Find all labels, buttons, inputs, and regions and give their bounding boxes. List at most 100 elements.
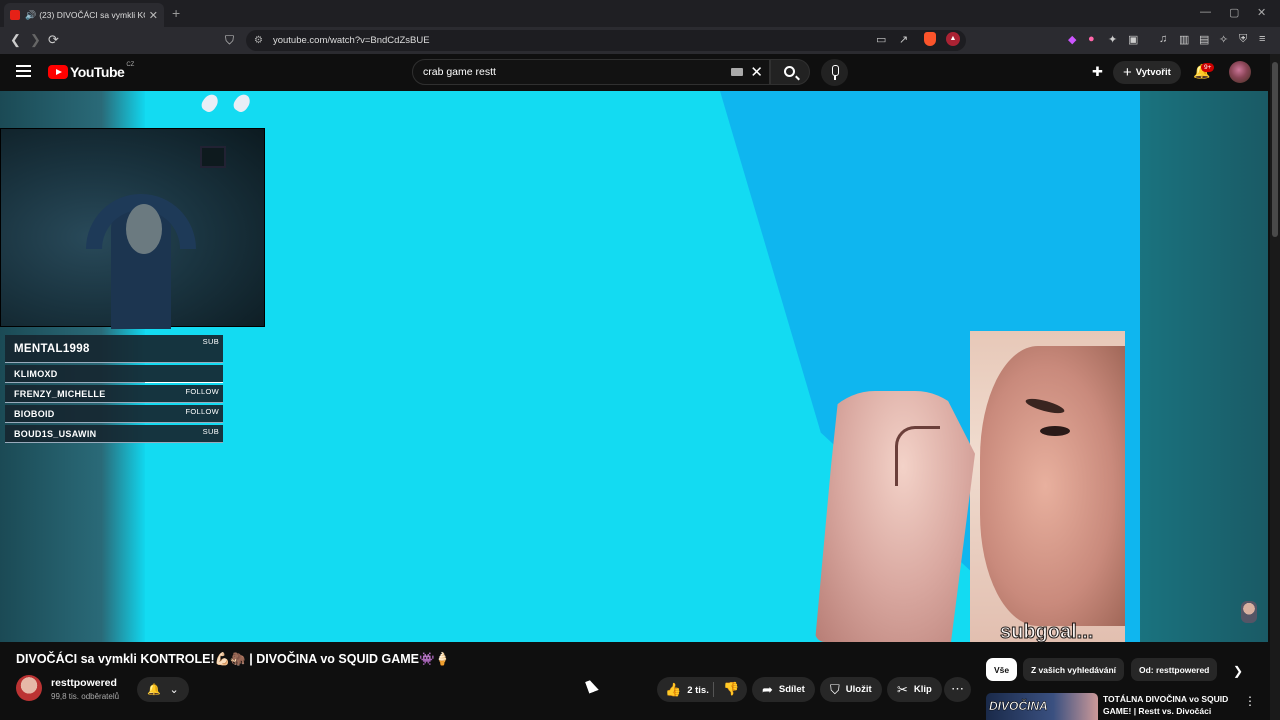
close-tab-icon[interactable]: ✕ [149, 9, 158, 22]
streamer-head [126, 204, 162, 254]
sub-tag: FOLLOW [185, 407, 219, 416]
video-player[interactable]: MENTAL1998 SUB KLIMOXD FRENZY_MICHELLE F… [0, 91, 1268, 642]
maximize-icon[interactable]: ▢ [1229, 6, 1239, 19]
browser-tab-bar: 🔊 (23) DIVOČÁCI sa vymkli KONTROLE! 💪🏻 |… [0, 0, 1280, 27]
brave-rewards-icon[interactable]: ▲ [946, 32, 960, 46]
channel-subscribers: 99,8 tis. odběratelů [51, 692, 120, 701]
browser-tab[interactable]: 🔊 (23) DIVOČÁCI sa vymkli KONTROLE! 💪🏻 |… [4, 3, 164, 27]
page-scrollbar[interactable] [1270, 54, 1280, 720]
keyboard-icon[interactable] [731, 68, 743, 76]
sidebar-icon[interactable]: ▥ [1179, 33, 1189, 46]
more-actions-button[interactable]: ⋯ [944, 677, 971, 702]
youtube-header: YouTube CZ crab game restt ✕ ✚ + Vytvoři… [0, 54, 1280, 91]
save-label: Uložit [845, 684, 872, 695]
mouse-cursor [585, 678, 599, 694]
bell-icon: 🔔 [147, 684, 161, 696]
wallet-icon[interactable]: ▤ [1199, 33, 1209, 46]
search-icon [784, 66, 795, 77]
cast-icon[interactable]: ▭ [876, 33, 886, 46]
chip-all[interactable]: Vše [986, 658, 1018, 681]
sub-name: MENTAL1998 [14, 342, 90, 355]
country-code: CZ [126, 62, 135, 68]
recommended-thumbnail[interactable]: DIVOČINA [986, 693, 1098, 720]
chevron-down-icon: ⌄ [169, 684, 179, 696]
back-icon[interactable]: ❮ [10, 32, 21, 48]
subgoal-text: subgoal... [999, 621, 1094, 643]
url-text: youtube.com/watch?v=BndCdZsBUE [272, 35, 430, 46]
thumbnail-text: DIVOČINA [989, 699, 1048, 714]
extensions-icon[interactable]: ✦ [1108, 33, 1117, 46]
brave-shields-icon[interactable] [924, 32, 936, 46]
extension-icon[interactable]: ● [1088, 33, 1095, 45]
recent-subs-overlay: MENTAL1998 SUB KLIMOXD FRENZY_MICHELLE F… [5, 335, 223, 445]
share-page-icon[interactable]: ↗ [899, 33, 908, 46]
share-icon: ➦ [762, 681, 773, 697]
voice-search-button[interactable] [821, 59, 848, 86]
video-title: DIVOČÁCI sa vymkli KONTROLE!💪🏻🦣 | DIVOČI… [16, 652, 451, 666]
tab-title: (23) DIVOČÁCI sa vymkli KONTROLE! 💪🏻 | D… [39, 9, 145, 20]
chevron-right-icon[interactable]: ❯ [1233, 664, 1243, 678]
hamburger-menu-icon[interactable] [16, 65, 31, 77]
sub-tag: SUB [202, 427, 219, 436]
fist [815, 391, 975, 642]
clip-button[interactable]: ✂ Klip [887, 677, 942, 702]
sub-row: KLIMOXD [5, 365, 223, 383]
plus-icon: + [1123, 64, 1132, 81]
youtube-logo-text: YouTube [70, 64, 125, 80]
sub-tag: FOLLOW [185, 387, 219, 396]
account-avatar[interactable] [1229, 61, 1251, 83]
new-tab-icon[interactable]: + [172, 5, 180, 21]
extension-icon[interactable]: ◆ [1068, 33, 1076, 46]
youtube-favicon-icon [10, 10, 20, 20]
channel-avatar[interactable] [16, 675, 42, 701]
close-window-icon[interactable]: ✕ [1257, 6, 1266, 19]
sub-tag: SUB [202, 337, 219, 346]
media-icon[interactable]: ♫ [1159, 33, 1167, 45]
bookmark-icon: ⛉ [830, 681, 840, 697]
youtube-logo[interactable]: YouTube CZ [48, 62, 135, 80]
forward-icon[interactable]: ❯ [30, 32, 41, 48]
create-button[interactable]: + Vytvořit [1113, 61, 1181, 84]
scrollbar-thumb[interactable] [1272, 62, 1278, 237]
reload-icon[interactable]: ⟳ [48, 32, 59, 48]
site-settings-icon[interactable]: ⚙ [254, 35, 263, 46]
notification-badge: 9+ [1201, 63, 1215, 72]
like-dislike-group: 👍 2 tis. 👎 [657, 677, 747, 702]
like-count: 2 tis. [687, 684, 709, 696]
extension-icon[interactable]: ▣ [1128, 33, 1138, 46]
subscription-bell-button[interactable]: 🔔 ⌄ [137, 677, 189, 702]
chip-from-channel[interactable]: Od: resttpowered [1131, 658, 1218, 681]
clip-label: Klip [913, 684, 932, 695]
url-bar[interactable]: ⚙ youtube.com/watch?v=BndCdZsBUE [246, 30, 966, 51]
scissors-icon: ✂ [897, 681, 908, 697]
dislike-button[interactable]: 👎 [723, 681, 739, 697]
sub-row: MENTAL1998 SUB [5, 335, 223, 363]
vpn-icon[interactable]: ⛨ [1239, 33, 1247, 46]
speaker-icon[interactable]: 🔊 [25, 10, 36, 21]
channel-name[interactable]: resttpowered [51, 677, 117, 689]
search-button[interactable] [770, 59, 810, 85]
share-label: Sdílet [778, 684, 805, 695]
sub-name: BIOBOID [14, 408, 55, 419]
sub-row: BOUD1S_USAWIN SUB [5, 425, 223, 443]
menu-icon[interactable]: ≡ [1259, 33, 1265, 45]
search-input[interactable]: crab game restt ✕ [412, 59, 770, 85]
youtube-play-icon [48, 65, 68, 79]
leo-icon[interactable]: ✧ [1219, 33, 1228, 46]
chip-from-searches[interactable]: Z vašich vyhledávání [1023, 658, 1125, 681]
streamer-webcam [0, 128, 265, 329]
reaction-face-overlay [815, 331, 1125, 642]
recommended-title[interactable]: TOTÁLNA DIVOČINA vo SQUID GAME! | Restt … [1103, 693, 1243, 717]
share-button[interactable]: ➦ Sdílet [752, 677, 815, 702]
kebab-menu-icon[interactable]: ⋮ [1244, 694, 1256, 708]
save-button[interactable]: ⛉ Uložit [820, 677, 882, 702]
sub-name: KLIMOXD [14, 368, 58, 379]
clear-search-icon[interactable]: ✕ [750, 63, 763, 81]
sub-row: FRENZY_MICHELLE FOLLOW [5, 385, 223, 403]
like-button[interactable]: 👍 2 tis. [665, 682, 709, 698]
minimize-icon[interactable]: — [1200, 6, 1211, 18]
bookmark-icon[interactable]: ⛉ [225, 33, 234, 48]
address-toolbar: ❮ ❯ ⟳ ⛉ ⚙ youtube.com/watch?v=BndCdZsBUE… [0, 27, 1280, 54]
sub-name: BOUD1S_USAWIN [14, 428, 97, 439]
premium-icon[interactable]: ✚ [1092, 64, 1103, 80]
